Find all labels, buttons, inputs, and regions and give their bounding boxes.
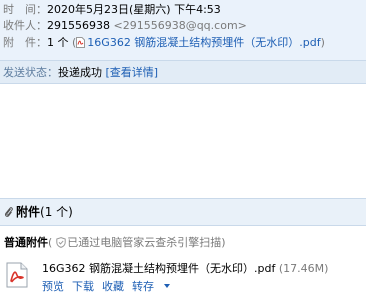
scan-note: 已通过电脑管家云查杀引擎扫描: [67, 236, 222, 249]
recipient-email[interactable]: <291556938@qq.com>: [114, 19, 247, 32]
attachment-row: 附 件：1 个 ( 16G362 钢筋混凝土结构预埋件（无水印）.pdf): [3, 35, 325, 51]
preview-link[interactable]: 预览: [42, 280, 64, 293]
attachment-count: 1 个: [47, 36, 69, 49]
status-label: 发送状态：: [3, 66, 58, 79]
chevron-down-icon: [164, 284, 170, 288]
time-value: 2020年5月23日(星期六) 下午4:53: [47, 3, 221, 16]
attachment-paren-close: ): [320, 36, 325, 49]
forward-label: 转存: [132, 280, 154, 293]
recipient-label: 收件人：: [3, 19, 47, 32]
scan-paren-close: ): [221, 236, 226, 249]
attachments-title: 附件: [16, 205, 41, 219]
download-link[interactable]: 下载: [72, 280, 94, 293]
recipient-name[interactable]: 291556938: [47, 19, 110, 32]
status-value: 投递成功: [58, 66, 102, 79]
pdf-mini-icon: [76, 37, 86, 48]
scan-paren-open: (: [48, 236, 53, 249]
attachments-count: (1 个): [40, 205, 73, 219]
attachment-file-row: 16G362 钢筋混凝土结构预埋件（无水印）.pdf (17.46M): [42, 261, 328, 277]
attachment-label: 附 件：: [3, 36, 47, 49]
mail-header: 时 间：2020年5月23日(星期六) 下午4:53 收件人：291556938…: [0, 0, 366, 60]
delivery-status-bar: 发送状态：投递成功 [查看详情]: [0, 60, 366, 84]
time-row: 时 间：2020年5月23日(星期六) 下午4:53: [3, 2, 221, 18]
view-details-link[interactable]: [查看详情]: [106, 66, 159, 79]
time-label: 时 间：: [3, 3, 47, 16]
forward-dropdown[interactable]: 转存: [132, 280, 170, 293]
header-attachment-link[interactable]: 16G362 钢筋混凝土结构预埋件（无水印）.pdf: [87, 36, 320, 49]
attachment-actions: 预览 下载 收藏 转存: [42, 279, 178, 295]
favorite-link[interactable]: 收藏: [102, 280, 124, 293]
normal-attachments-section: 普通附件( 已通过电脑管家云查杀引擎扫描): [4, 235, 226, 251]
recipient-row: 收件人：291556938 <291556938@qq.com>: [3, 18, 247, 34]
paperclip-icon: [5, 207, 13, 217]
attachment-size: (17.46M): [278, 262, 329, 275]
pdf-file-icon[interactable]: [6, 262, 28, 288]
attachments-header: 附件(1 个): [0, 198, 366, 226]
section-title: 普通附件: [4, 236, 48, 249]
shield-icon: [56, 237, 66, 248]
attachment-filename[interactable]: 16G362 钢筋混凝土结构预埋件（无水印）.pdf: [42, 262, 275, 275]
